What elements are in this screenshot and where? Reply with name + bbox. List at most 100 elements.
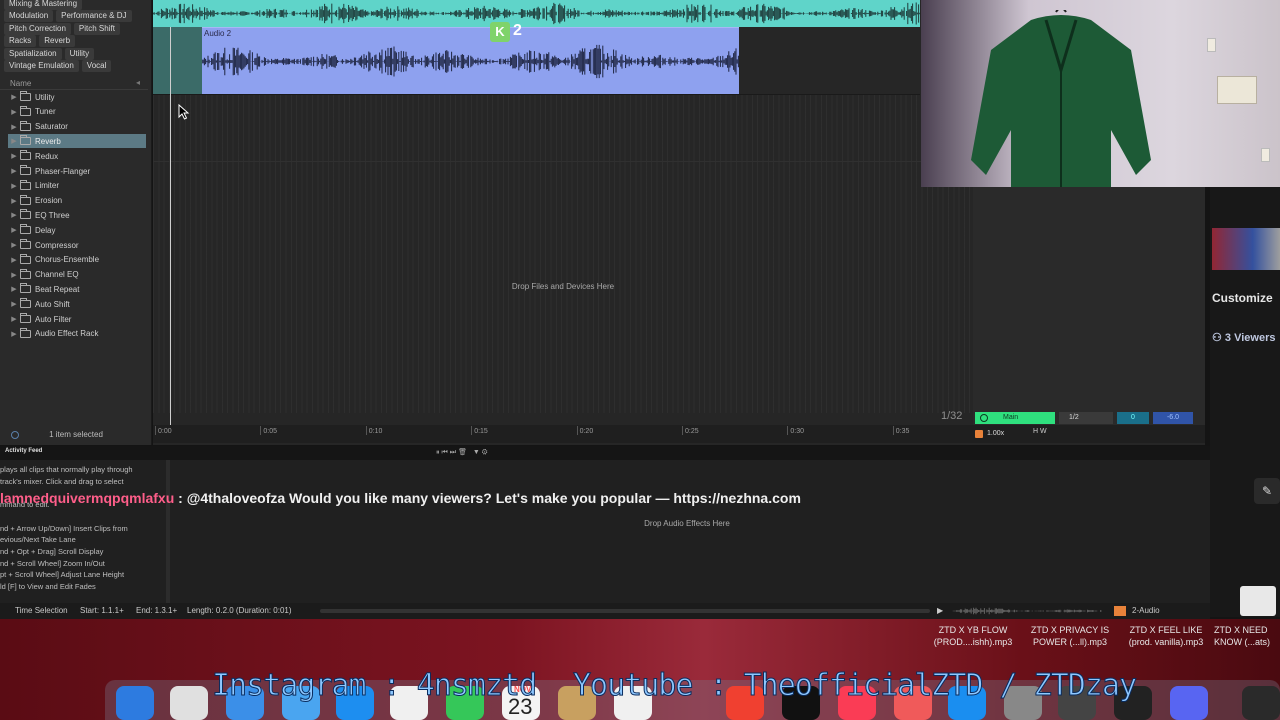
- desktop-file-2[interactable]: ZTD X PRIVACY IS POWER (...ll).mp3: [1024, 624, 1116, 648]
- expand-arrow-icon[interactable]: ▶: [8, 197, 20, 205]
- audio-clip-2[interactable]: Audio 2: [202, 27, 739, 94]
- browser-item[interactable]: ▶ Audio Effect Rack: [8, 327, 146, 341]
- category-tag[interactable]: Spatialization: [4, 47, 62, 60]
- time-selection-label: Time Selection: [15, 606, 68, 615]
- wall-outlet: [1207, 38, 1216, 52]
- expand-arrow-icon[interactable]: ▶: [8, 108, 20, 116]
- expand-arrow-icon[interactable]: ▶: [8, 226, 20, 234]
- browser-item[interactable]: ▶ Auto Shift: [8, 297, 146, 311]
- zoom-chip[interactable]: 1.00x: [975, 428, 1015, 440]
- category-tag[interactable]: Utility: [64, 47, 95, 60]
- category-tag[interactable]: Performance & DJ: [56, 10, 132, 23]
- ruler-tick-label: 0:30: [787, 426, 805, 435]
- browser-item[interactable]: ▶ Tuner: [8, 105, 146, 119]
- folder-icon: [20, 194, 31, 205]
- ruler-tick-label: 0:15: [471, 426, 488, 435]
- browser-item[interactable]: ▶ Chorus-Ensemble: [8, 253, 146, 267]
- browser-item-label: Erosion: [35, 196, 63, 206]
- browser-item[interactable]: ▶ Phaser-Flanger: [8, 164, 146, 178]
- category-tag[interactable]: Mixing & Mastering: [4, 0, 83, 10]
- browser-item[interactable]: ▶ Redux: [8, 149, 146, 163]
- browser-item[interactable]: ▶ Saturator: [8, 120, 146, 134]
- expand-arrow-icon[interactable]: ▶: [8, 256, 20, 264]
- expand-arrow-icon[interactable]: ▶: [8, 330, 20, 338]
- discord-icon[interactable]: [1170, 686, 1208, 720]
- viewer-count: ⚇ 3 Viewers: [1212, 331, 1275, 344]
- category-tag[interactable]: Modulation: [4, 10, 54, 23]
- browser-item-label: Reverb: [35, 136, 61, 146]
- category-tag-row: Spatialization Utility: [4, 47, 95, 60]
- volume-field-b[interactable]: -6.0: [1153, 412, 1193, 424]
- browser-item[interactable]: ▶ Beat Repeat: [8, 282, 146, 296]
- folder-icon: [20, 105, 31, 116]
- expand-arrow-icon[interactable]: ▶: [8, 123, 20, 131]
- status-bar: Time Selection Start: 1.1.1+ End: 1.3.1+…: [0, 603, 1210, 619]
- overview-waveform[interactable]: [952, 605, 1102, 617]
- track-divider: [153, 94, 920, 95]
- app-icon[interactable]: [1242, 686, 1280, 720]
- waveform-1: [153, 2, 920, 25]
- category-tag[interactable]: Vocal: [81, 60, 112, 72]
- viewers-icon: ⚇: [1212, 332, 1225, 344]
- time-selection-end: End: 1.3.1+: [136, 606, 178, 615]
- expand-arrow-icon[interactable]: ▶: [8, 241, 20, 249]
- hw-toggles[interactable]: H W: [1033, 428, 1047, 435]
- quantize-select[interactable]: 1/2: [1059, 412, 1113, 424]
- category-tag-row: Modulation Performance & DJ: [4, 10, 132, 23]
- pencil-icon[interactable]: ✎: [1254, 478, 1280, 504]
- category-tag[interactable]: Racks: [4, 35, 37, 48]
- expand-arrow-icon[interactable]: ▶: [8, 167, 20, 175]
- category-tag[interactable]: Vintage Emulation: [4, 60, 79, 72]
- audio-clip-1[interactable]: [153, 0, 920, 27]
- browser-item[interactable]: ▶ Reverb: [8, 134, 146, 149]
- horizontal-scrollbar[interactable]: [320, 609, 930, 613]
- browser-item-label: Beat Repeat: [35, 284, 80, 294]
- expand-arrow-icon[interactable]: ▶: [8, 211, 20, 219]
- k-overlay-icon: K: [490, 22, 510, 42]
- expand-arrow-icon[interactable]: ▶: [8, 137, 20, 145]
- folder-icon: [20, 179, 31, 190]
- finder-icon[interactable]: [116, 686, 154, 720]
- browser-item[interactable]: ▶ Channel EQ: [8, 268, 146, 282]
- browser-item[interactable]: ▶ Erosion: [8, 194, 146, 208]
- launchpad-icon[interactable]: [170, 686, 208, 720]
- expand-arrow-icon[interactable]: ▶: [8, 182, 20, 190]
- name-column-header[interactable]: Name ◂: [0, 77, 148, 90]
- browser-item[interactable]: ▶ Delay: [8, 223, 146, 237]
- desktop-file-3[interactable]: ZTD X FEEL LIKE (prod. vanilla).mp3: [1120, 624, 1212, 648]
- browser-item[interactable]: ▶ Auto Filter: [8, 312, 146, 326]
- activity-controls[interactable]: ⏸⏮⏭🗑 ▼⚙: [436, 448, 490, 457]
- browser-item[interactable]: ▶ Utility: [8, 90, 146, 104]
- playhead[interactable]: [170, 27, 171, 432]
- browser-item[interactable]: ▶ Compressor: [8, 238, 146, 252]
- sort-arrow-icon[interactable]: ◂: [136, 78, 140, 87]
- volume-field-a[interactable]: 0: [1117, 412, 1149, 424]
- panel-divider[interactable]: [166, 460, 170, 610]
- category-tag[interactable]: Pitch Correction: [4, 22, 71, 35]
- file-icon[interactable]: [1240, 586, 1276, 616]
- category-tag[interactable]: Reverb: [39, 35, 76, 48]
- help-line: pt + Scroll Wheel] Adjust Lane Height: [0, 570, 125, 580]
- main-output-chip[interactable]: Main: [975, 412, 1055, 424]
- browser-item[interactable]: ▶ EQ Three: [8, 208, 146, 222]
- desktop-file-4[interactable]: ZTD X NEED KNOW (...ats): [1214, 624, 1280, 648]
- device-browser: Mixing & Mastering Modulation Performance …: [0, 0, 152, 445]
- browser-item[interactable]: ▶ Limiter: [8, 179, 146, 193]
- clip-fade-region: [153, 27, 203, 94]
- expand-arrow-icon[interactable]: ▶: [8, 300, 20, 308]
- expand-arrow-icon[interactable]: ▶: [8, 285, 20, 293]
- folder-icon: [20, 239, 31, 249]
- time-ruler[interactable]: 0:00 0:05 0:10 0:15 0:20 0:25 0:30 0:35: [153, 425, 1205, 443]
- category-tag[interactable]: Pitch Shift: [73, 22, 120, 35]
- expand-arrow-icon[interactable]: ▶: [8, 152, 20, 160]
- play-icon[interactable]: ▶: [937, 606, 943, 615]
- help-line: evious/Next Take Lane: [0, 535, 76, 545]
- expand-arrow-icon[interactable]: ▶: [8, 93, 20, 101]
- customize-button[interactable]: Customize: [1212, 291, 1273, 305]
- wall-outlet: [1261, 148, 1270, 162]
- expand-arrow-icon[interactable]: ▶: [8, 271, 20, 279]
- jacket-image: [971, 10, 1151, 187]
- expand-arrow-icon[interactable]: ▶: [8, 315, 20, 323]
- desktop-file-1[interactable]: ZTD X YB FLOW (PROD....ishh).mp3: [930, 624, 1016, 648]
- folder-icon: [20, 135, 31, 146]
